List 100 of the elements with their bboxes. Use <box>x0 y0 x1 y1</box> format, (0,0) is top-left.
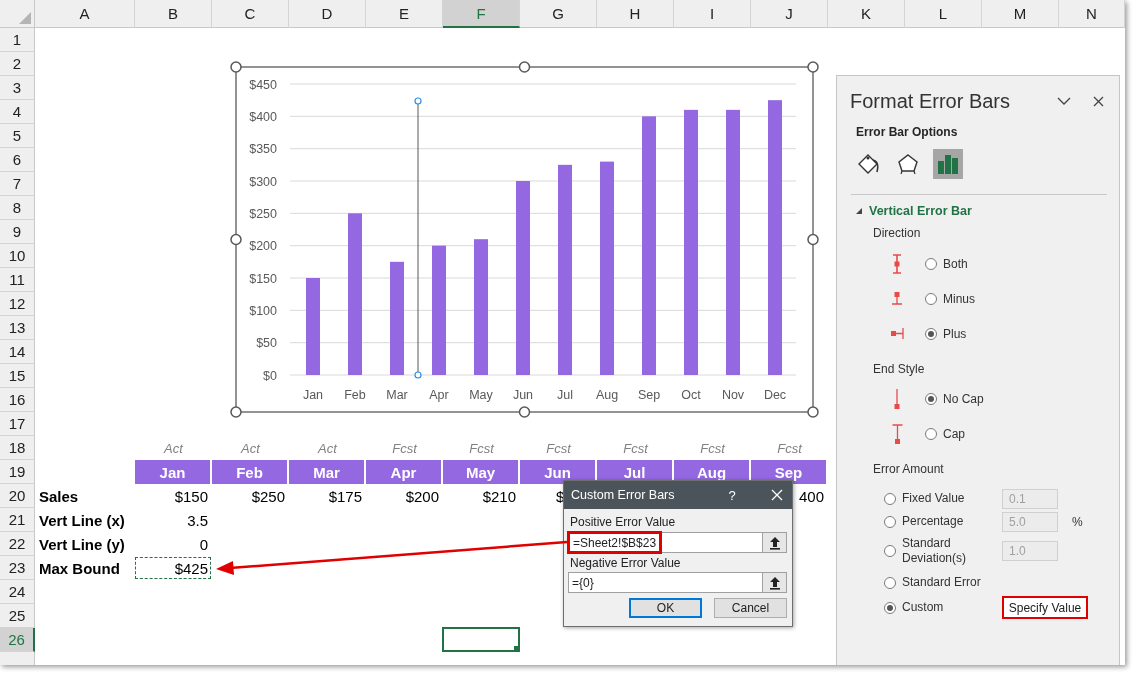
error-bar-style-icon <box>894 388 900 409</box>
axis-label: $150 <box>249 271 277 286</box>
cell-note: Act <box>162 439 185 458</box>
column-header[interactable]: B <box>135 0 212 28</box>
error-bar-drawing[interactable] <box>414 97 422 379</box>
specify-value-button[interactable]: Specify Value <box>1002 596 1088 619</box>
close-icon <box>1092 95 1104 107</box>
unit-label: % <box>1072 514 1083 529</box>
row-header[interactable]: 20 <box>0 484 35 508</box>
row-header[interactable]: 16 <box>0 388 35 412</box>
table-cell-text: $425 <box>173 558 209 579</box>
row-header[interactable]: 24 <box>0 580 35 604</box>
table-cell-text: $150 <box>173 486 209 507</box>
table-cell-text: 3.5 <box>186 510 209 531</box>
group-title[interactable]: Vertical Error Bar <box>869 204 972 218</box>
resize-handle[interactable] <box>230 406 242 418</box>
cell-note: Act <box>316 439 339 458</box>
resize-handle[interactable] <box>518 61 531 73</box>
radio-button[interactable] <box>884 601 896 614</box>
row-header[interactable]: 7 <box>0 172 35 196</box>
row-header[interactable]: 15 <box>0 364 35 388</box>
axis-label: Dec <box>763 388 787 402</box>
column-header[interactable]: I <box>674 0 751 28</box>
radio-button[interactable] <box>925 257 937 270</box>
row-header[interactable]: 26 <box>0 628 35 652</box>
row-header[interactable]: 21 <box>0 508 35 532</box>
row-header[interactable]: 17 <box>0 412 35 436</box>
column-header[interactable]: G <box>520 0 597 28</box>
column-header[interactable]: C <box>212 0 289 28</box>
radio-label[interactable]: No Cap <box>943 391 984 406</box>
field-label: Error Amount <box>873 461 945 477</box>
column-header[interactable]: M <box>982 0 1059 28</box>
radio-label[interactable]: Minus <box>943 291 975 306</box>
table-cell-text: $250 <box>250 486 286 507</box>
help-button[interactable]: ? <box>722 487 742 503</box>
radio-label[interactable]: Plus <box>943 326 967 341</box>
row-header[interactable]: 9 <box>0 220 35 244</box>
row-label: Max Bound <box>38 558 121 579</box>
row-header[interactable]: 18 <box>0 436 35 460</box>
error-bar-style-icon <box>891 423 903 444</box>
upload-arrow-icon <box>768 575 781 590</box>
row-header[interactable]: 23 <box>0 556 35 580</box>
row-header[interactable]: 6 <box>0 148 35 172</box>
selected-cell[interactable] <box>442 627 520 652</box>
row-header[interactable]: 3 <box>0 76 35 100</box>
column-header[interactable]: E <box>366 0 443 28</box>
radio-label[interactable]: Custom <box>902 600 982 615</box>
collapse-button[interactable] <box>763 572 787 593</box>
dialog-button[interactable]: OK <box>629 598 702 618</box>
radio-button[interactable] <box>925 327 937 340</box>
field-label: Positive Error Value <box>569 515 677 529</box>
resize-handle[interactable] <box>807 406 819 418</box>
radio-label[interactable]: Standard Error <box>902 575 982 590</box>
column-header[interactable]: F <box>443 0 520 28</box>
resize-handle[interactable] <box>230 233 242 246</box>
row-header[interactable]: 4 <box>0 100 35 124</box>
resize-handle[interactable] <box>230 61 242 73</box>
axis-label: Nov <box>721 388 745 402</box>
column-header[interactable]: J <box>751 0 828 28</box>
resize-handle[interactable] <box>518 406 531 418</box>
column-header[interactable]: A <box>35 0 135 28</box>
row-header[interactable]: 19 <box>0 460 35 484</box>
row-header[interactable]: 13 <box>0 316 35 340</box>
row-header[interactable]: 5 <box>0 124 35 148</box>
row-header[interactable]: 2 <box>0 52 35 76</box>
row-header[interactable]: 22 <box>0 532 35 556</box>
month-header: Mar <box>289 460 364 484</box>
collapse-button[interactable] <box>763 532 787 553</box>
column-header[interactable]: L <box>905 0 982 28</box>
row-header[interactable]: 8 <box>0 196 35 220</box>
radio-button[interactable] <box>925 392 937 405</box>
field-label: End Style <box>873 361 926 377</box>
input-field[interactable]: ={0} <box>568 572 763 593</box>
row-header[interactable]: 25 <box>0 604 35 628</box>
axis-label: Sep <box>637 388 661 402</box>
axis-label: Aug <box>595 388 619 402</box>
column-header[interactable]: D <box>289 0 366 28</box>
input-field[interactable]: =Sheet2!$B$23 <box>568 532 763 553</box>
row-header[interactable]: 10 <box>0 244 35 268</box>
month-header: Feb <box>212 460 287 484</box>
dialog-button[interactable]: Cancel <box>714 598 787 618</box>
column-header[interactable]: K <box>828 0 905 28</box>
row-header[interactable]: 11 <box>0 268 35 292</box>
radio-label[interactable]: Both <box>943 256 968 271</box>
axis-label: $400 <box>249 109 277 124</box>
radio-label[interactable]: Cap <box>943 426 965 441</box>
cell-note: Fcst <box>699 439 727 458</box>
cell-note: Fcst <box>468 439 496 458</box>
row-header[interactable]: 12 <box>0 292 35 316</box>
close-icon <box>771 489 783 501</box>
table-cell-text: $210 <box>481 486 517 507</box>
resize-handle[interactable] <box>807 233 819 246</box>
radio-button[interactable] <box>925 292 937 305</box>
radio-button[interactable] <box>884 576 896 589</box>
column-header[interactable]: N <box>1059 0 1125 28</box>
row-header[interactable]: 1 <box>0 28 35 52</box>
radio-button[interactable] <box>925 427 937 440</box>
column-header[interactable]: H <box>597 0 674 28</box>
row-header[interactable]: 14 <box>0 340 35 364</box>
resize-handle[interactable] <box>807 61 819 73</box>
